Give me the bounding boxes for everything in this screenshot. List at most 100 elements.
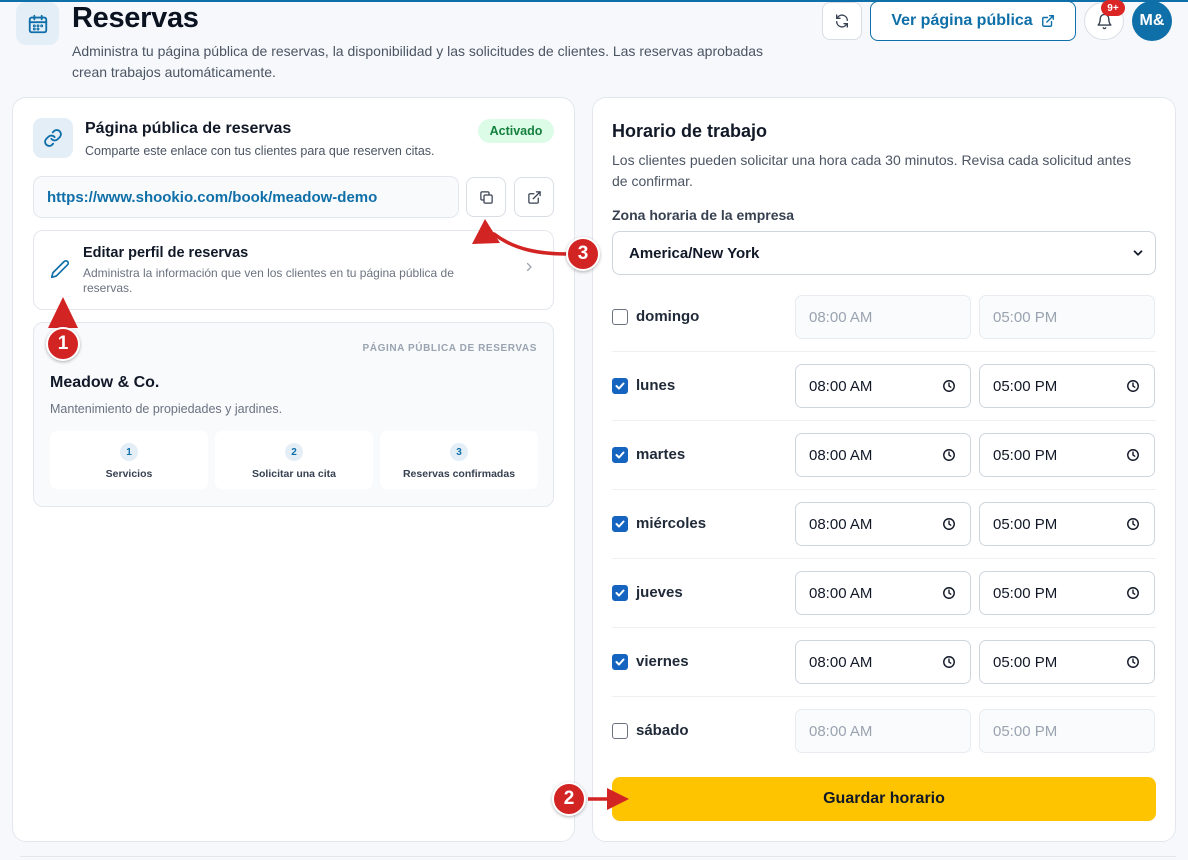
public-page-card: Página pública de reservas Comparte este… — [12, 97, 575, 842]
view-public-page-button[interactable]: Ver página pública — [870, 1, 1076, 41]
end-time-input[interactable]: 05:00 PM — [979, 571, 1155, 615]
day-checkbox[interactable] — [612, 585, 628, 601]
start-time-value: 08:00 AM — [809, 584, 873, 602]
end-time-input[interactable]: 05:00 PM — [979, 295, 1155, 339]
preview-step: 1 Servicios — [50, 431, 208, 489]
step-label: Solicitar una cita — [251, 468, 337, 480]
clock-icon — [942, 586, 956, 604]
chevron-down-icon — [1133, 250, 1143, 256]
day-divider — [612, 558, 1156, 559]
end-time-input[interactable]: 05:00 PM — [979, 640, 1155, 684]
link-icon — [33, 118, 73, 158]
day-row: miércoles 08:00 AM 05:00 PM — [612, 502, 1156, 546]
start-time-value: 08:00 AM — [809, 653, 873, 671]
view-public-page-label: Ver página pública — [891, 12, 1033, 29]
day-name: viernes — [636, 653, 689, 670]
end-time-input[interactable]: 05:00 PM — [979, 709, 1155, 753]
notification-badge: 9+ — [1101, 0, 1125, 16]
start-time-input[interactable]: 08:00 AM — [795, 295, 971, 339]
clock-icon — [1126, 517, 1140, 535]
external-link-icon — [527, 190, 541, 204]
avatar[interactable]: M& — [1132, 1, 1172, 41]
day-checkbox[interactable] — [612, 516, 628, 532]
end-time-input[interactable]: 05:00 PM — [979, 433, 1155, 477]
save-schedule-button[interactable]: Guardar horario — [612, 777, 1156, 821]
end-time-input[interactable]: 05:00 PM — [979, 502, 1155, 546]
schedule-description: Los clientes pueden solicitar una hora c… — [612, 152, 1132, 189]
timezone-label: Zona horaria de la empresa — [612, 207, 795, 223]
public-page-subtitle: Comparte este enlace con tus clientes pa… — [85, 144, 435, 158]
end-time-value: 05:00 PM — [993, 377, 1058, 395]
open-link-button[interactable] — [514, 177, 554, 217]
copy-link-button[interactable] — [466, 177, 506, 217]
clock-icon — [942, 379, 956, 397]
clock-icon — [1126, 379, 1140, 397]
refresh-button[interactable] — [822, 2, 862, 40]
day-divider — [612, 489, 1156, 490]
timezone-select[interactable]: America/New York — [612, 231, 1156, 275]
day-row: viernes 08:00 AM 05:00 PM — [612, 640, 1156, 684]
public-page-title: Página pública de reservas — [85, 120, 292, 137]
day-divider — [612, 696, 1156, 697]
day-checkbox[interactable] — [612, 378, 628, 394]
work-schedule-card: Horario de trabajo Los clientes pueden s… — [592, 97, 1176, 842]
day-row: domingo 08:00 AM 05:00 PM — [612, 295, 1156, 339]
clock-icon — [1126, 655, 1140, 673]
preview-step: 2 Solicitar una cita — [215, 431, 373, 489]
annotation-marker-2: 2 — [552, 782, 586, 816]
annotation-marker-1: 1 — [46, 327, 80, 361]
step-label: Reservas confirmadas — [402, 468, 516, 480]
step-number: 1 — [120, 443, 138, 461]
public-page-preview: okio PÁGINA PÚBLICA DE RESERVAS Meadow &… — [33, 322, 554, 507]
edit-profile-title: Editar perfil de reservas — [83, 245, 249, 261]
end-time-value: 05:00 PM — [993, 653, 1058, 671]
start-time-value: 08:00 AM — [809, 515, 873, 533]
day-checkbox[interactable] — [612, 723, 628, 739]
end-time-value: 05:00 PM — [993, 722, 1058, 740]
end-time-value: 05:00 PM — [993, 446, 1058, 464]
status-badge: Activado — [478, 119, 554, 143]
start-time-input[interactable]: 08:00 AM — [795, 433, 971, 477]
clock-icon — [942, 517, 956, 535]
start-time-input[interactable]: 08:00 AM — [795, 364, 971, 408]
calendar-icon — [16, 2, 59, 45]
page-title: Reservas — [72, 2, 199, 34]
day-divider — [612, 627, 1156, 628]
start-time-value: 08:00 AM — [809, 446, 873, 464]
edit-profile-description: Administra la información que ven los cl… — [83, 266, 454, 295]
bottom-divider — [20, 856, 1176, 860]
clock-icon — [942, 655, 956, 673]
start-time-input[interactable]: 08:00 AM — [795, 502, 971, 546]
start-time-value: 08:00 AM — [809, 377, 873, 395]
day-divider — [612, 420, 1156, 421]
day-checkbox[interactable] — [612, 654, 628, 670]
public-url-field[interactable]: https://www.shookio.com/book/meadow-demo — [33, 176, 459, 218]
day-name: lunes — [636, 377, 676, 394]
day-row: lunes 08:00 AM 05:00 PM — [612, 364, 1156, 408]
start-time-value: 08:00 AM — [809, 722, 873, 740]
clock-icon — [942, 448, 956, 466]
preview-step: 3 Reservas confirmadas — [380, 431, 538, 489]
clock-icon — [1126, 448, 1140, 466]
day-divider — [612, 351, 1156, 352]
end-time-value: 05:00 PM — [993, 308, 1058, 326]
end-time-input[interactable]: 05:00 PM — [979, 364, 1155, 408]
start-time-input[interactable]: 08:00 AM — [795, 709, 971, 753]
copy-icon — [479, 190, 493, 204]
preview-business-description: Mantenimiento de propiedades y jardines. — [50, 402, 283, 416]
day-row: jueves 08:00 AM 05:00 PM — [612, 571, 1156, 615]
chevron-right-icon — [526, 262, 532, 272]
step-number: 2 — [285, 443, 303, 461]
day-name: sábado — [636, 722, 689, 739]
day-checkbox[interactable] — [612, 447, 628, 463]
day-checkbox[interactable] — [612, 309, 628, 325]
pencil-icon — [50, 260, 69, 279]
start-time-input[interactable]: 08:00 AM — [795, 571, 971, 615]
refresh-icon — [836, 14, 848, 28]
edit-booking-profile-link[interactable]: Editar perfil de reservas Administra la … — [33, 230, 554, 310]
day-row: martes 08:00 AM 05:00 PM — [612, 433, 1156, 477]
start-time-input[interactable]: 08:00 AM — [795, 640, 971, 684]
external-link-icon — [1041, 15, 1054, 27]
preview-tag: PÁGINA PÚBLICA DE RESERVAS — [362, 343, 537, 354]
preview-business-name: Meadow & Co. — [50, 374, 160, 391]
